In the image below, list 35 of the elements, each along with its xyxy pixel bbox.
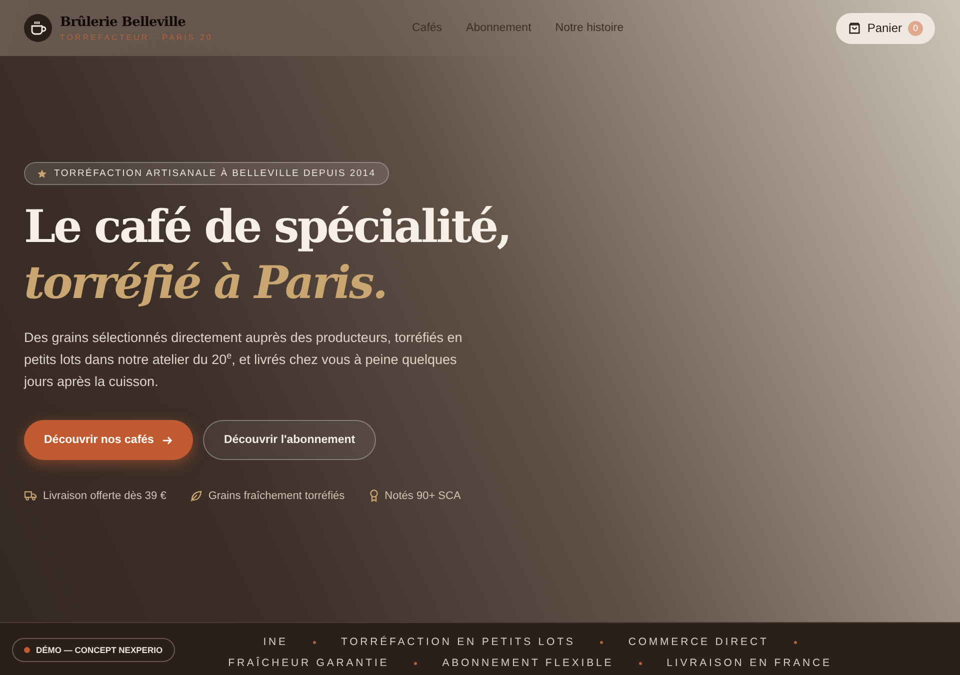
- truck-icon: [24, 490, 37, 501]
- ticker-item: LIVRAISON EN FRANCE: [666, 656, 832, 670]
- dot-separator-icon: [638, 662, 642, 664]
- ticker-item: INE: [263, 635, 288, 649]
- leaf-icon: [190, 490, 202, 502]
- demo-label: DÉMO — CONCEPT NEXPERIO: [36, 645, 163, 655]
- discover-coffees-button[interactable]: Découvrir nos cafés: [24, 420, 193, 460]
- feature-label: Livraison offerte dès 39 €: [43, 490, 166, 502]
- arrow-right-icon: [162, 434, 173, 446]
- dot-separator-icon: [414, 662, 418, 664]
- shopping-bag-icon: [848, 22, 862, 34]
- brand-name[interactable]: Brûlerie Belleville: [60, 14, 213, 30]
- award-icon: [368, 489, 379, 502]
- ticker-item: ABONNEMENT FLEXIBLE: [442, 656, 614, 670]
- dot-separator-icon: [794, 640, 797, 644]
- nav-link[interactable]: Abonnement: [466, 22, 532, 34]
- ticker-item: FRAÎCHEUR GARANTIE: [228, 656, 390, 670]
- hero-title-accent: torréfié à Paris.: [24, 255, 388, 311]
- cart-button[interactable]: Panier 0: [836, 12, 935, 44]
- dot-separator-icon: [600, 640, 604, 644]
- dot-separator-icon: [312, 640, 316, 644]
- nav-link[interactable]: Notre histoire: [555, 22, 624, 34]
- feature-label: Notés 90+ SCA: [384, 490, 461, 502]
- hero-title: Le café de spécialité,: [24, 199, 512, 255]
- coffee-cup-icon: [24, 14, 52, 42]
- hero-badge: TORRÉFACTION ARTISANALE À BELLEVILLE DEPUIS 2014: [24, 162, 389, 185]
- hero-description: Des grains sélectionnés directement auprès des producteurs, torréfiés en petits lots dans notre atelier du 20$^{e}$, et livrés chez vous à peine quelques jours après la cuisson.: [24, 329, 464, 391]
- star-icon: [37, 168, 47, 178]
- discover-subscription-button[interactable]: Découvrir l'abonnement: [202, 420, 376, 460]
- brand-tagline: TORREFACTEUR · PARIS 20: [60, 32, 213, 42]
- feature-label: Grains fraîchement torréfiés: [208, 490, 345, 502]
- cart-count: 0: [908, 20, 923, 36]
- ticker-item: TORRÉFACTION EN PETITS LOTS: [340, 635, 576, 649]
- ticker-item: COMMERCE DIRECT: [628, 635, 769, 649]
- status-dot-icon: [24, 647, 30, 653]
